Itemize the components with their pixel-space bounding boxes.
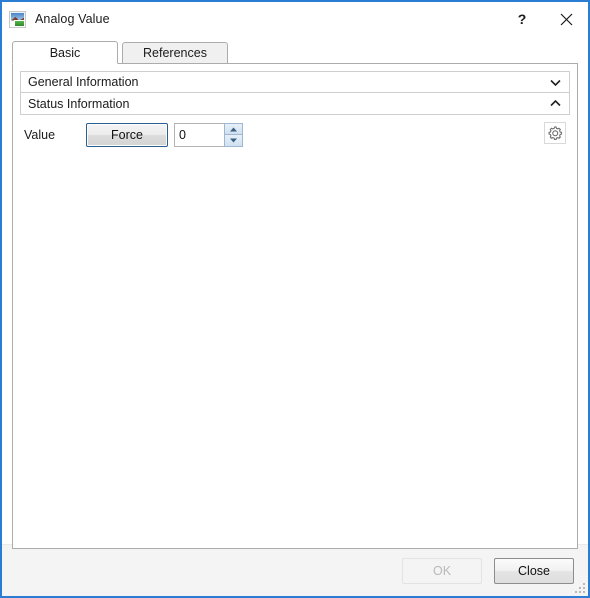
title-bar: Analog Value ? (2, 2, 588, 36)
spinner-buttons (224, 123, 243, 147)
value-label: Value (24, 128, 56, 142)
value-input[interactable] (174, 123, 224, 147)
window-title: Analog Value (35, 12, 110, 26)
window-controls: ? (500, 2, 588, 36)
settings-button[interactable] (544, 122, 566, 144)
chevron-down-icon (550, 72, 561, 92)
spinner-up-button[interactable] (225, 124, 242, 135)
dialog-footer: OK Close (2, 544, 588, 596)
resize-grip-icon[interactable] (572, 580, 585, 593)
spinner-up-arrow-icon (230, 127, 237, 131)
ok-button[interactable]: OK (402, 557, 482, 584)
analog-value-dialog: Analog Value ? Basic References General … (0, 0, 590, 598)
tab-references-label: References (143, 46, 207, 60)
gear-icon (548, 126, 563, 141)
force-button[interactable]: Force (86, 123, 168, 147)
value-stepper (174, 123, 243, 147)
section-title-status-information: Status Information (28, 96, 130, 111)
section-title-general-information: General Information (28, 75, 139, 89)
close-window-button[interactable] (544, 4, 588, 34)
tab-basic-label: Basic (49, 45, 81, 60)
section-header-general-information[interactable]: General Information (20, 71, 570, 93)
value-row: Value Force (20, 120, 570, 150)
close-button[interactable]: Close (494, 557, 574, 584)
spinner-down-button[interactable] (225, 135, 242, 146)
tab-basic[interactable]: Basic (12, 41, 118, 64)
analog-value-app-icon (9, 10, 26, 28)
close-x-icon (560, 13, 572, 25)
tab-references[interactable]: References (122, 42, 228, 63)
tab-strip: Basic References (12, 41, 588, 64)
spinner-down-arrow-icon (230, 138, 237, 143)
chevron-up-icon (550, 93, 561, 114)
help-button[interactable]: ? (500, 4, 544, 34)
tab-content-panel: General Information Status Information V… (12, 63, 578, 549)
section-header-status-information[interactable]: Status Information (20, 93, 570, 115)
